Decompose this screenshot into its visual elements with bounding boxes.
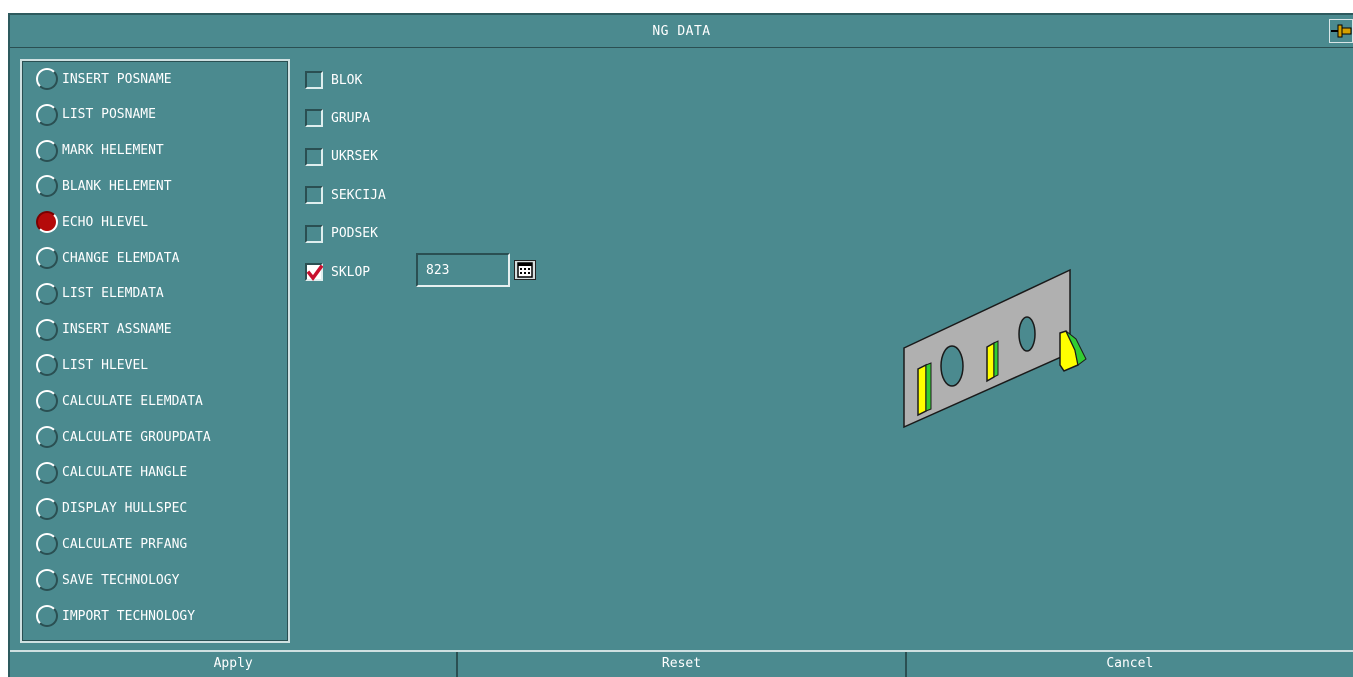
function-radio-group: INSERT POSNAME LIST POSNAME MARK HELEMENT B… <box>20 59 290 643</box>
dialog-title: NG DATA <box>652 24 711 39</box>
function-radio-label: MARK HELEMENT <box>62 143 164 159</box>
apply-button[interactable]: Apply <box>10 652 459 677</box>
level-checkbox-label: BLOK <box>331 72 363 88</box>
function-radio-label: BLANK HELEMENT <box>62 178 172 194</box>
level-checkbox-label: UKRSEK <box>331 149 378 165</box>
function-radio-item[interactable]: CALCULATE PRFANG <box>36 532 187 556</box>
level-checkbox-label: SKLOP <box>331 264 371 280</box>
checkbox-unchecked-icon[interactable] <box>305 147 323 166</box>
radio-unselected-icon[interactable] <box>36 282 58 305</box>
function-radio-label: DISPLAY HULLSPEC <box>62 501 188 517</box>
level-checkbox-item[interactable]: SEKCIJA <box>305 183 386 207</box>
checkbox-unchecked-icon[interactable] <box>305 224 323 243</box>
function-radio-label: INSERT ASSNAME <box>62 322 172 338</box>
function-radio-item[interactable]: LIST POSNAME <box>36 103 156 127</box>
stiffener-yellow <box>917 363 927 417</box>
function-radio-item[interactable]: INSERT ASSNAME <box>36 318 172 342</box>
radio-unselected-icon[interactable] <box>36 426 58 448</box>
function-radio-item[interactable]: CHANGE ELEMDATA <box>36 246 179 270</box>
reset-button[interactable]: Reset <box>458 652 907 677</box>
function-radio-item[interactable]: INSERT POSNAME <box>36 67 172 91</box>
cancel-button[interactable]: Cancel <box>907 652 1353 677</box>
function-radio-item[interactable]: ECHO HLEVEL <box>36 210 148 234</box>
level-checkbox-label: SEKCIJA <box>331 187 386 203</box>
plate-hole <box>940 345 964 387</box>
function-radio-item[interactable]: DISPLAY HULLSPEC <box>36 497 187 521</box>
level-checkbox-item[interactable]: UKRSEK <box>305 145 378 169</box>
stiffener-green <box>993 340 999 378</box>
function-radio-label: CHANGE ELEMDATA <box>62 250 180 266</box>
level-checkbox-item[interactable]: BLOK <box>305 68 362 92</box>
checkbox-unchecked-icon[interactable] <box>305 109 323 128</box>
function-radio-label: CALCULATE ELEMDATA <box>62 393 203 409</box>
level-checkbox-label: PODSEK <box>331 226 378 242</box>
function-radio-label: CALCULATE GROUPDATA <box>62 429 211 445</box>
level-checkbox-item[interactable]: PODSEK <box>305 222 378 246</box>
function-radio-item[interactable]: CALCULATE GROUPDATA <box>36 425 211 449</box>
function-radio-label: LIST HLEVEL <box>62 357 149 373</box>
function-radio-item[interactable]: MARK HELEMENT <box>36 139 164 163</box>
function-radio-label: SAVE TECHNOLOGY <box>62 572 180 588</box>
plate-hole <box>1018 316 1036 352</box>
radio-unselected-icon[interactable] <box>36 461 58 484</box>
function-radio-item[interactable]: BLANK HELEMENT <box>36 174 172 198</box>
level-checkbox-item[interactable]: SKLOP <box>305 260 370 284</box>
checkbox-unchecked-icon[interactable] <box>305 71 323 89</box>
radio-unselected-icon[interactable] <box>36 247 58 269</box>
calendar-icon[interactable] <box>514 260 536 280</box>
radio-unselected-icon[interactable] <box>36 497 58 520</box>
dialog-title-bar: NG DATA <box>10 15 1353 48</box>
radio-unselected-icon[interactable] <box>36 68 58 90</box>
function-radio-label: INSERT POSNAME <box>62 71 172 87</box>
radio-unselected-icon[interactable] <box>36 139 58 162</box>
checkbox-checked-icon[interactable] <box>305 263 323 281</box>
function-radio-label: LIST POSNAME <box>62 107 156 123</box>
level-checkbox-item[interactable]: GRUPA <box>305 106 370 130</box>
function-radio-item[interactable]: CALCULATE ELEMDATA <box>36 389 203 413</box>
radio-unselected-icon[interactable] <box>36 569 58 592</box>
function-radio-item[interactable]: LIST ELEMDATA <box>36 282 164 306</box>
function-radio-label: IMPORT TECHNOLOGY <box>62 608 196 624</box>
radio-unselected-icon[interactable] <box>36 175 58 198</box>
stiffener-yellow <box>986 341 995 383</box>
structure-preview-graphic <box>903 268 1087 429</box>
function-radio-item[interactable]: IMPORT TECHNOLOGY <box>36 604 195 628</box>
sklop-value-input[interactable] <box>416 253 510 287</box>
function-radio-label: LIST ELEMDATA <box>62 286 164 302</box>
radio-unselected-icon[interactable] <box>36 354 58 377</box>
radio-unselected-icon[interactable] <box>36 103 58 126</box>
pin-icon[interactable] <box>1329 19 1353 43</box>
level-checkbox-label: GRUPA <box>331 110 371 126</box>
radio-unselected-icon[interactable] <box>36 533 58 556</box>
function-radio-item[interactable]: CALCULATE HANGLE <box>36 461 187 485</box>
radio-unselected-icon[interactable] <box>36 605 58 627</box>
function-radio-label: CALCULATE PRFANG <box>62 536 188 552</box>
checkbox-unchecked-icon[interactable] <box>305 186 323 205</box>
radio-unselected-icon[interactable] <box>36 390 58 413</box>
action-bar: Apply Reset Cancel <box>10 650 1353 677</box>
function-radio-label: CALCULATE HANGLE <box>62 465 188 481</box>
radio-unselected-icon[interactable] <box>36 318 58 341</box>
function-radio-label: ECHO HLEVEL <box>62 214 149 230</box>
radio-selected-icon[interactable] <box>36 211 58 234</box>
stiffener-green <box>925 362 932 412</box>
function-radio-item[interactable]: SAVE TECHNOLOGY <box>36 568 179 592</box>
ng-data-dialog: NG DATA INSERT POSNAME LIST POSNAME MARK H… <box>8 13 1353 677</box>
function-radio-item[interactable]: LIST HLEVEL <box>36 353 148 377</box>
